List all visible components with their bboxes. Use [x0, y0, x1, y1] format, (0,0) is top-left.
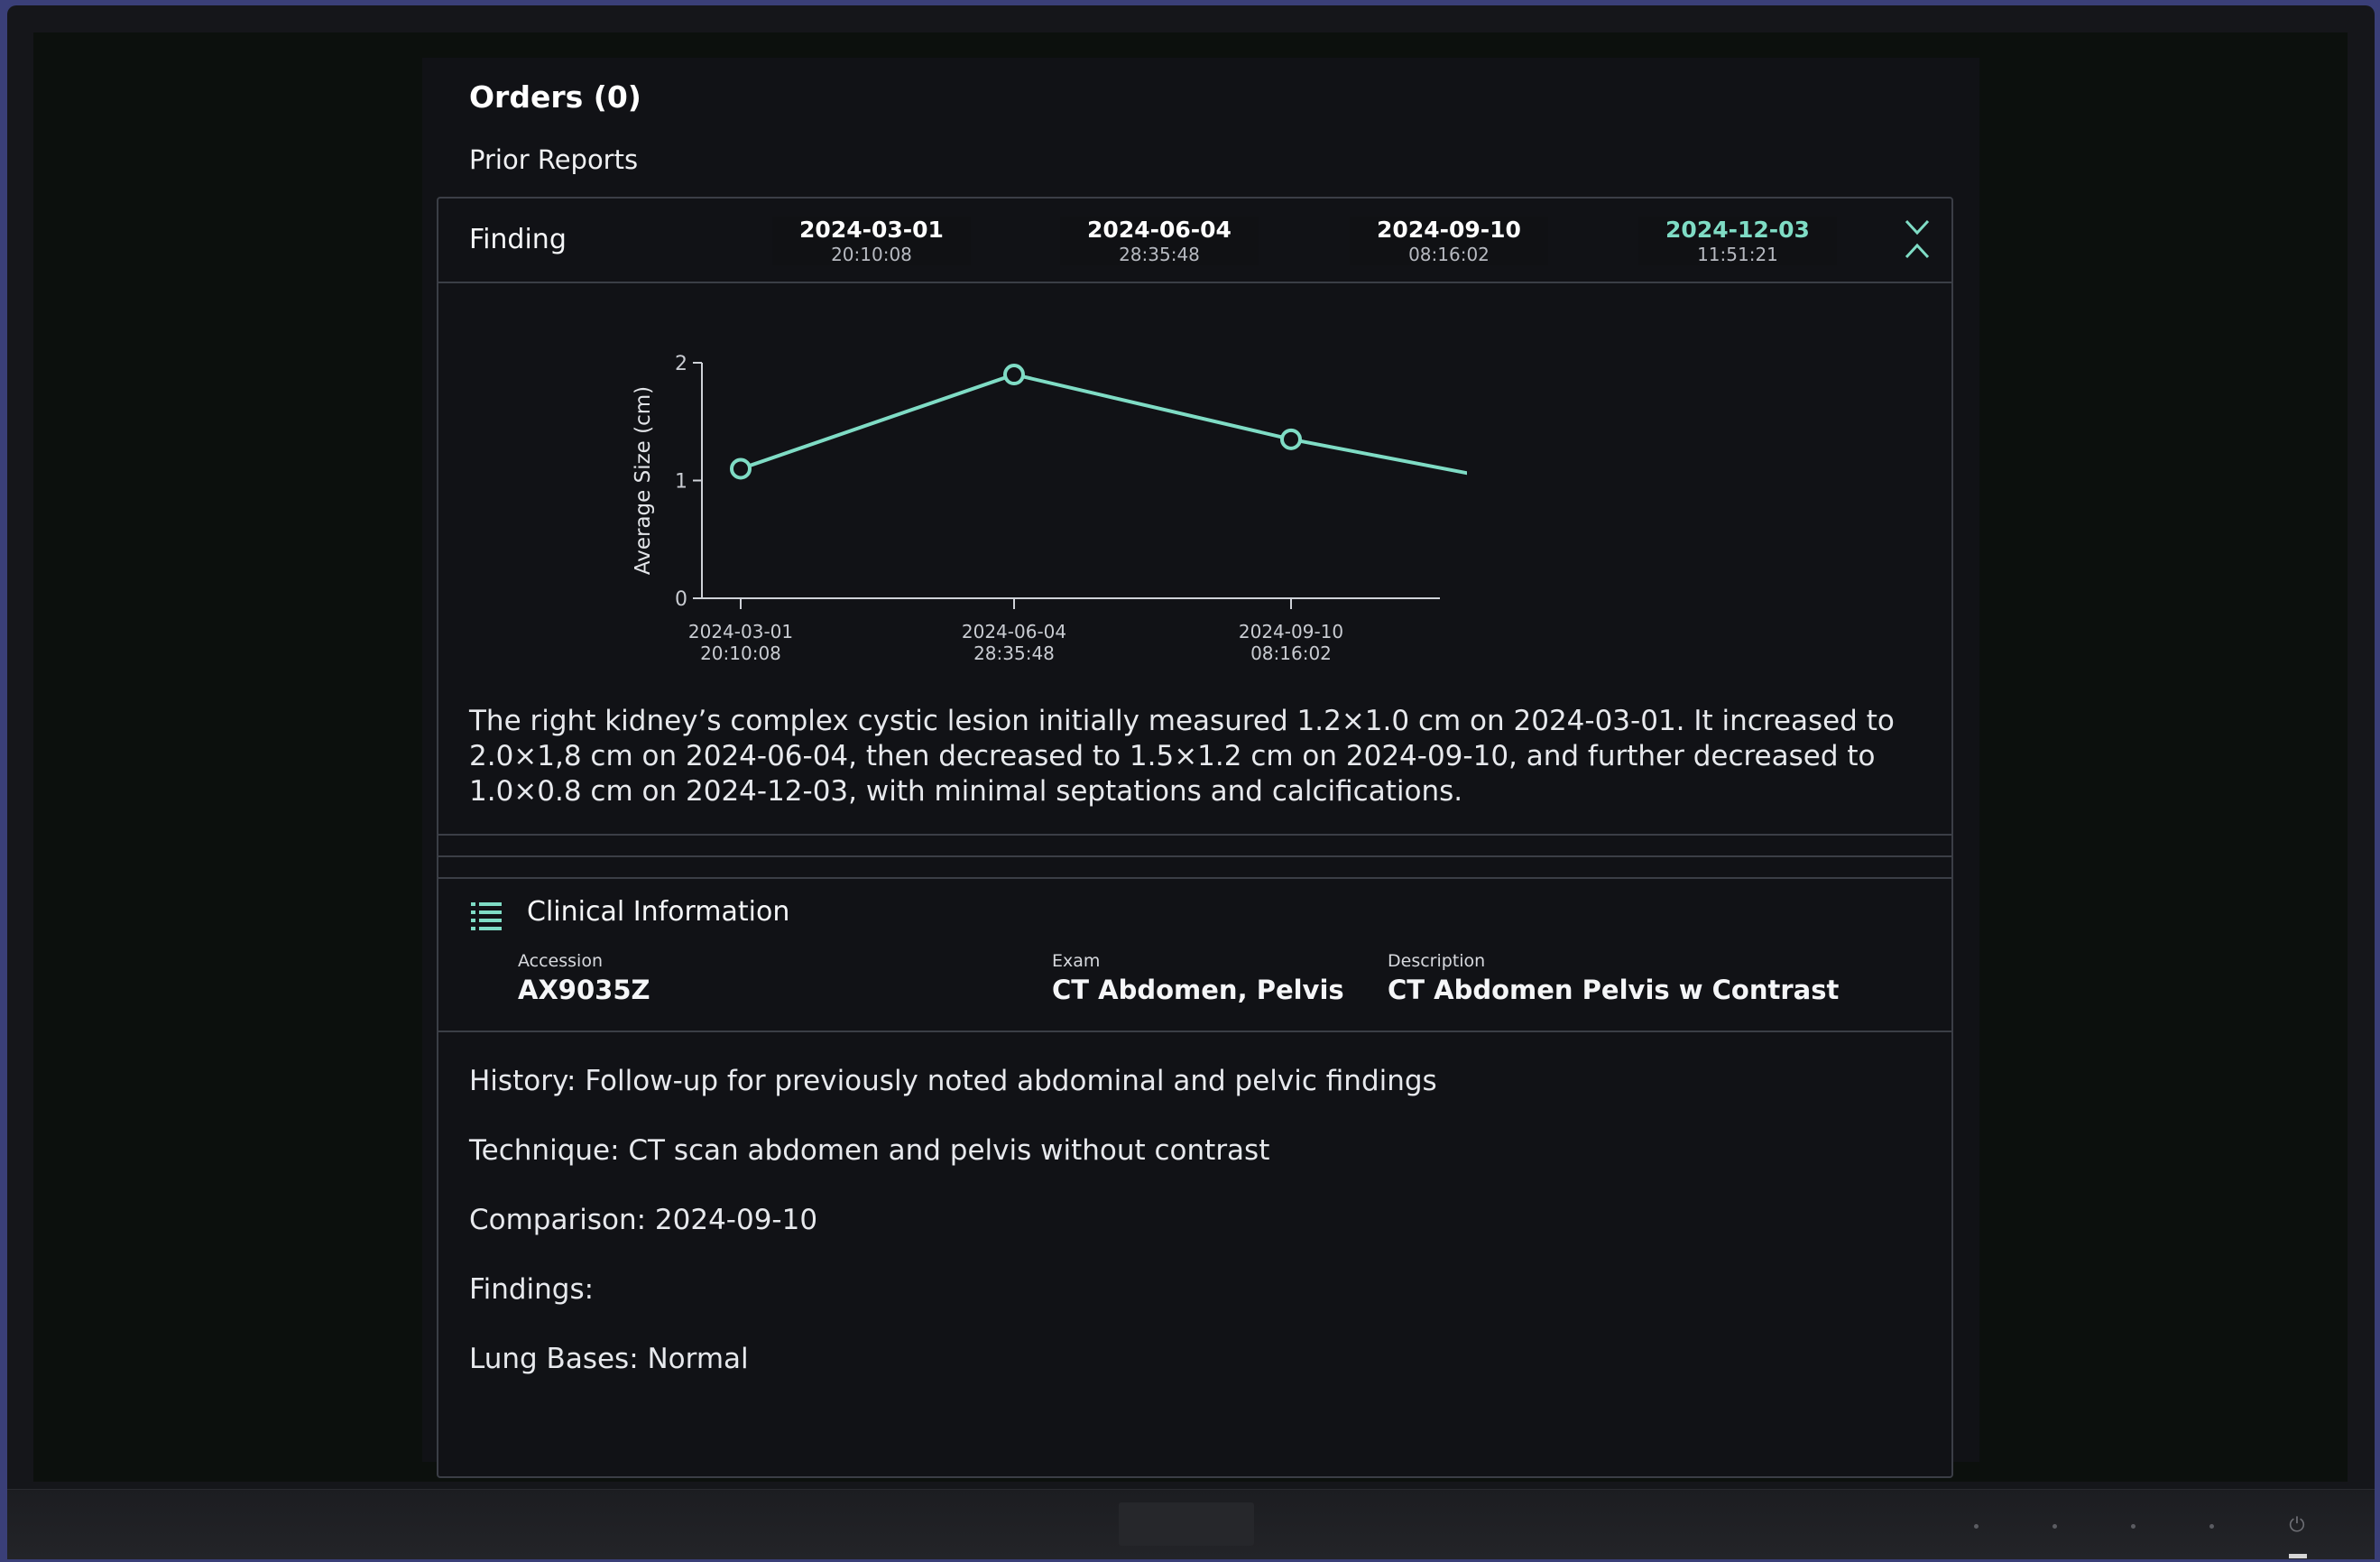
date-tab-1[interactable]: 2024-03-01 20:10:08: [772, 217, 971, 265]
data-point: [1280, 428, 1302, 450]
finding-summary: The right kidney’s complex cystic lesion…: [469, 705, 1895, 808]
list-icon: [471, 902, 502, 930]
monitor-button-dot[interactable]: [2209, 1524, 2214, 1529]
date-tab-4[interactable]: 2024-12-03 11:51:21: [1638, 217, 1837, 265]
y-tick-label: 0: [675, 588, 687, 611]
prior-reports-title: Prior Reports: [469, 144, 639, 175]
date-tab-time: 08:16:02: [1408, 244, 1490, 265]
description-value: CT Abdomen Pelvis w Contrast: [1388, 975, 1840, 1005]
finding-header-row: Finding 2024-03-01 20:10:08 2024-06-04 2…: [438, 199, 1951, 283]
report-findings: Findings:: [469, 1273, 595, 1306]
size-trend-chart: 0 1 2 Average Size (cm) 2024-03-0120:10:08 20…: [632, 353, 1467, 664]
power-led: [2289, 1554, 2307, 1558]
reports-panel: Orders (0) Prior Reports Finding 2024-03…: [422, 58, 1979, 1478]
date-tab-time: 28:35:48: [1119, 244, 1200, 265]
data-point: [730, 458, 752, 480]
description-label: Description: [1388, 951, 1486, 971]
report-technique: Technique: CT scan abdomen and pelvis wi…: [469, 1134, 1270, 1167]
exam-value: CT Abdomen, Pelvis: [1052, 975, 1344, 1005]
divider: [438, 855, 1951, 857]
clinical-information-title: Clinical Information: [527, 896, 790, 928]
date-tab-time: 11:51:21: [1697, 244, 1778, 265]
report-comparison: Comparison: 2024-09-10: [469, 1204, 818, 1236]
date-tab-3[interactable]: 2024-09-10 08:16:02: [1350, 217, 1548, 265]
report-lung-bases: Lung Bases: Normal: [469, 1343, 749, 1375]
expand-collapse-icon[interactable]: [1902, 217, 1933, 262]
divider: [438, 1031, 1951, 1032]
date-tab-date: 2024-06-04: [1087, 217, 1232, 243]
exam-label: Exam: [1052, 951, 1101, 971]
y-axis-label: Average Size (cm): [632, 386, 655, 575]
accession-label: Accession: [518, 951, 603, 971]
monitor-button-dot[interactable]: [1974, 1524, 1979, 1529]
x-tick-label-time: 08:16:02: [1250, 642, 1332, 664]
y-tick-label: 2: [675, 353, 687, 375]
x-tick-label-time: 28:35:48: [973, 642, 1055, 664]
monitor-button-dot[interactable]: [2131, 1524, 2136, 1529]
date-tab-time: 20:10:08: [831, 244, 912, 265]
date-tab-date: 2024-12-03: [1665, 217, 1810, 243]
report-history: History: Follow-up for previously noted …: [469, 1065, 1437, 1097]
x-tick-label-date: 2024-03-01: [688, 621, 793, 642]
date-tab-date: 2024-03-01: [799, 217, 944, 243]
x-tick-label-time: 20:10:08: [700, 642, 781, 664]
monitor-logo: [1119, 1502, 1254, 1546]
power-icon[interactable]: ⏻: [2285, 1514, 2309, 1538]
finding-card: Finding 2024-03-01 20:10:08 2024-06-04 2…: [437, 197, 1953, 1478]
x-tick-label-date: 2024-09-10: [1239, 621, 1343, 642]
accession-value: AX9035Z: [518, 975, 650, 1005]
monitor-button-dot[interactable]: [2053, 1524, 2057, 1529]
divider: [438, 877, 1951, 879]
orders-title[interactable]: Orders (0): [469, 79, 641, 115]
finding-label: Finding: [469, 224, 567, 255]
date-tab-2[interactable]: 2024-06-04 28:35:48: [1060, 217, 1259, 265]
series-line: [740, 372, 1467, 476]
y-tick-label: 1: [675, 471, 687, 494]
divider: [438, 834, 1951, 836]
data-point: [1003, 364, 1025, 386]
date-tab-date: 2024-09-10: [1377, 217, 1521, 243]
x-tick-label-date: 2024-06-04: [962, 621, 1066, 642]
